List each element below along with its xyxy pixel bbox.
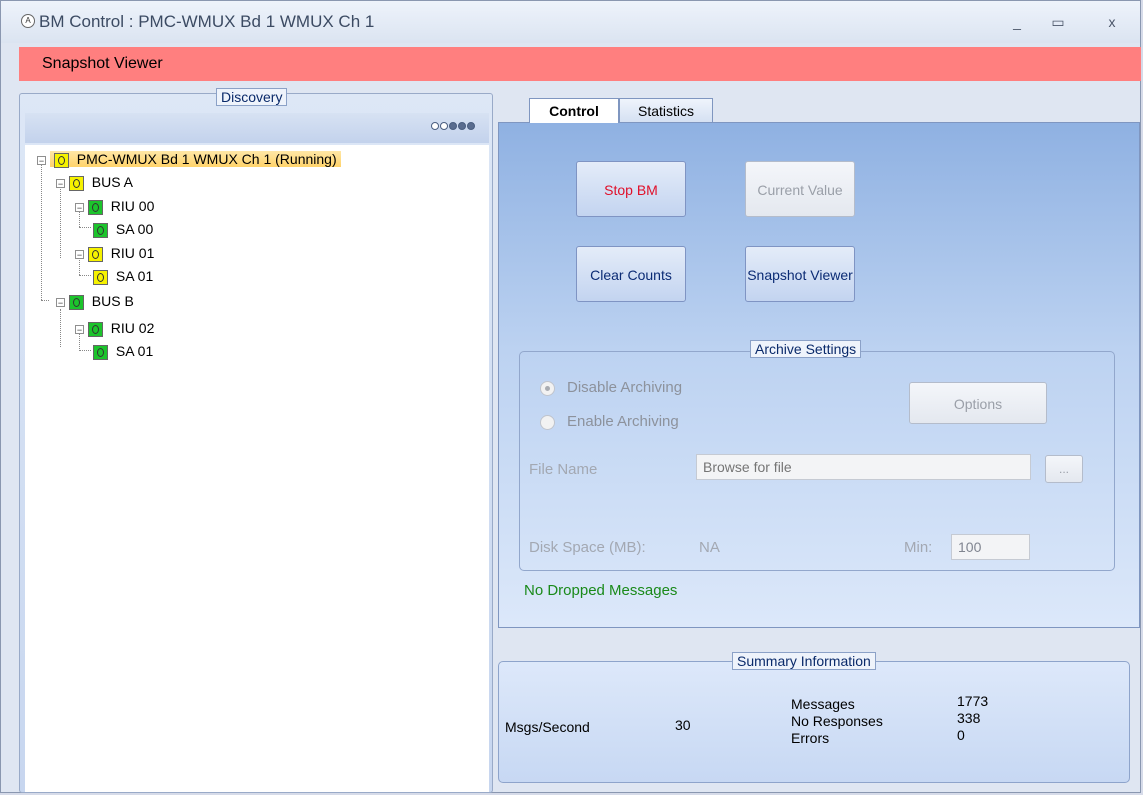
tree-node-sa00[interactable]: SA 00 [93, 219, 153, 239]
messages-value: 1773 [957, 693, 989, 709]
window-title: BM Control : PMC-WMUX Bd 1 WMUX Ch 1 [39, 12, 375, 31]
tree-node-riu00[interactable]: − RIU 00 [75, 196, 154, 216]
control-tab-page: Stop BM Current Value Clear Counts Snaps… [498, 122, 1140, 628]
status-green-icon [87, 321, 103, 337]
minimize-button[interactable]: _ [1004, 11, 1030, 33]
app-icon: A [21, 14, 35, 28]
file-name-field[interactable] [696, 454, 1031, 480]
dot-icon [440, 122, 448, 130]
errors-label: Errors [791, 730, 830, 746]
tree-label: BUS B [91, 293, 134, 309]
min-field[interactable] [951, 534, 1030, 560]
tree-node-riu02[interactable]: − RIU 02 [75, 318, 154, 338]
current-value-button[interactable]: Current Value [745, 161, 855, 217]
progress-dots-icon [431, 122, 475, 130]
dot-icon [431, 122, 439, 130]
disable-archiving-label: Disable Archiving [567, 379, 683, 396]
tab-statistics[interactable]: Statistics [619, 98, 713, 123]
dropped-messages-status: No Dropped Messages [524, 582, 678, 599]
discovery-tree[interactable]: − PMC-WMUX Bd 1 WMUX Ch 1 (Running) − BU… [25, 145, 489, 792]
disk-space-label: Disk Space (MB): [529, 539, 646, 556]
min-label: Min: [904, 539, 933, 556]
collapse-icon[interactable]: − [56, 297, 65, 307]
tree-label: RIU 01 [110, 245, 155, 261]
msgs-per-second-value: 30 [675, 717, 691, 733]
dot-icon [458, 122, 466, 130]
disk-space-value: NA [699, 539, 720, 556]
maximize-button[interactable]: ▭ [1045, 11, 1071, 33]
tree-label: SA 01 [115, 268, 154, 284]
snapshot-viewer-button[interactable]: Snapshot Viewer [745, 246, 855, 302]
status-yellow-icon [93, 269, 108, 285]
tree-node-sa01-a[interactable]: SA 01 [93, 266, 153, 286]
no-responses-value: 338 [957, 710, 981, 726]
dot-icon [467, 122, 475, 130]
tree-node-bus-a[interactable]: − BUS A [56, 172, 133, 192]
tree-label: SA 01 [115, 343, 154, 359]
menu-snapshot-viewer[interactable]: Snapshot Viewer [42, 55, 163, 73]
tree-label: RIU 02 [110, 320, 155, 336]
collapse-icon[interactable]: − [75, 249, 84, 259]
status-green-icon [93, 222, 108, 238]
dot-icon [449, 122, 457, 130]
tree-node-riu01[interactable]: − RIU 01 [75, 243, 154, 263]
collapse-icon[interactable]: − [75, 202, 84, 212]
disable-archiving-radio[interactable] [540, 381, 555, 396]
collapse-icon[interactable]: − [37, 155, 46, 165]
collapse-icon[interactable]: − [56, 178, 65, 188]
status-yellow-icon [87, 246, 103, 262]
status-yellow-icon [68, 175, 84, 191]
tree-node-root[interactable]: − PMC-WMUX Bd 1 WMUX Ch 1 (Running) [37, 149, 341, 169]
tree-node-bus-b[interactable]: − BUS B [56, 291, 134, 311]
file-name-label: File Name [529, 461, 598, 478]
errors-value: 0 [957, 727, 965, 743]
collapse-icon[interactable]: − [75, 324, 84, 334]
close-button[interactable]: x [1099, 11, 1125, 33]
archive-legend: Archive Settings [750, 340, 862, 358]
discovery-toolbar [25, 113, 489, 143]
status-green-icon [87, 199, 103, 215]
clear-counts-button[interactable]: Clear Counts [576, 246, 686, 302]
browse-button[interactable]: ... [1045, 455, 1083, 483]
tree-node-sa01-b[interactable]: SA 01 [93, 341, 153, 361]
archive-settings-group: Archive Settings Disable Archiving Enabl… [519, 340, 1115, 571]
status-green-icon [93, 344, 108, 360]
tree-label: BUS A [91, 174, 134, 190]
menu-bar: Snapshot Viewer [19, 47, 1141, 81]
status-green-icon [68, 294, 84, 310]
msgs-per-second-label: Msgs/Second [505, 719, 590, 735]
app-window: A BM Control : PMC-WMUX Bd 1 WMUX Ch 1 _… [0, 0, 1141, 793]
messages-label: Messages [791, 696, 855, 712]
summary-information-group: Summary Information Msgs/Second 30 Messa… [498, 652, 1130, 783]
summary-legend: Summary Information [732, 652, 876, 670]
options-button[interactable]: Options [909, 382, 1047, 424]
tab-control[interactable]: Control [529, 98, 619, 123]
tree-label: RIU 00 [110, 198, 155, 214]
title-bar[interactable]: A BM Control : PMC-WMUX Bd 1 WMUX Ch 1 _… [1, 1, 1140, 43]
stop-bm-button[interactable]: Stop BM [576, 161, 686, 217]
discovery-legend: Discovery [216, 88, 288, 106]
discovery-panel: Discovery − PMC-WMUX Bd 1 WMUX Ch 1 (Run… [19, 88, 493, 793]
no-responses-label: No Responses [791, 713, 883, 729]
status-yellow-icon [53, 152, 69, 168]
tree-label: PMC-WMUX Bd 1 WMUX Ch 1 (Running) [76, 151, 337, 167]
enable-archiving-label: Enable Archiving [567, 413, 679, 430]
enable-archiving-radio[interactable] [540, 415, 555, 430]
tree-label: SA 00 [115, 221, 154, 237]
